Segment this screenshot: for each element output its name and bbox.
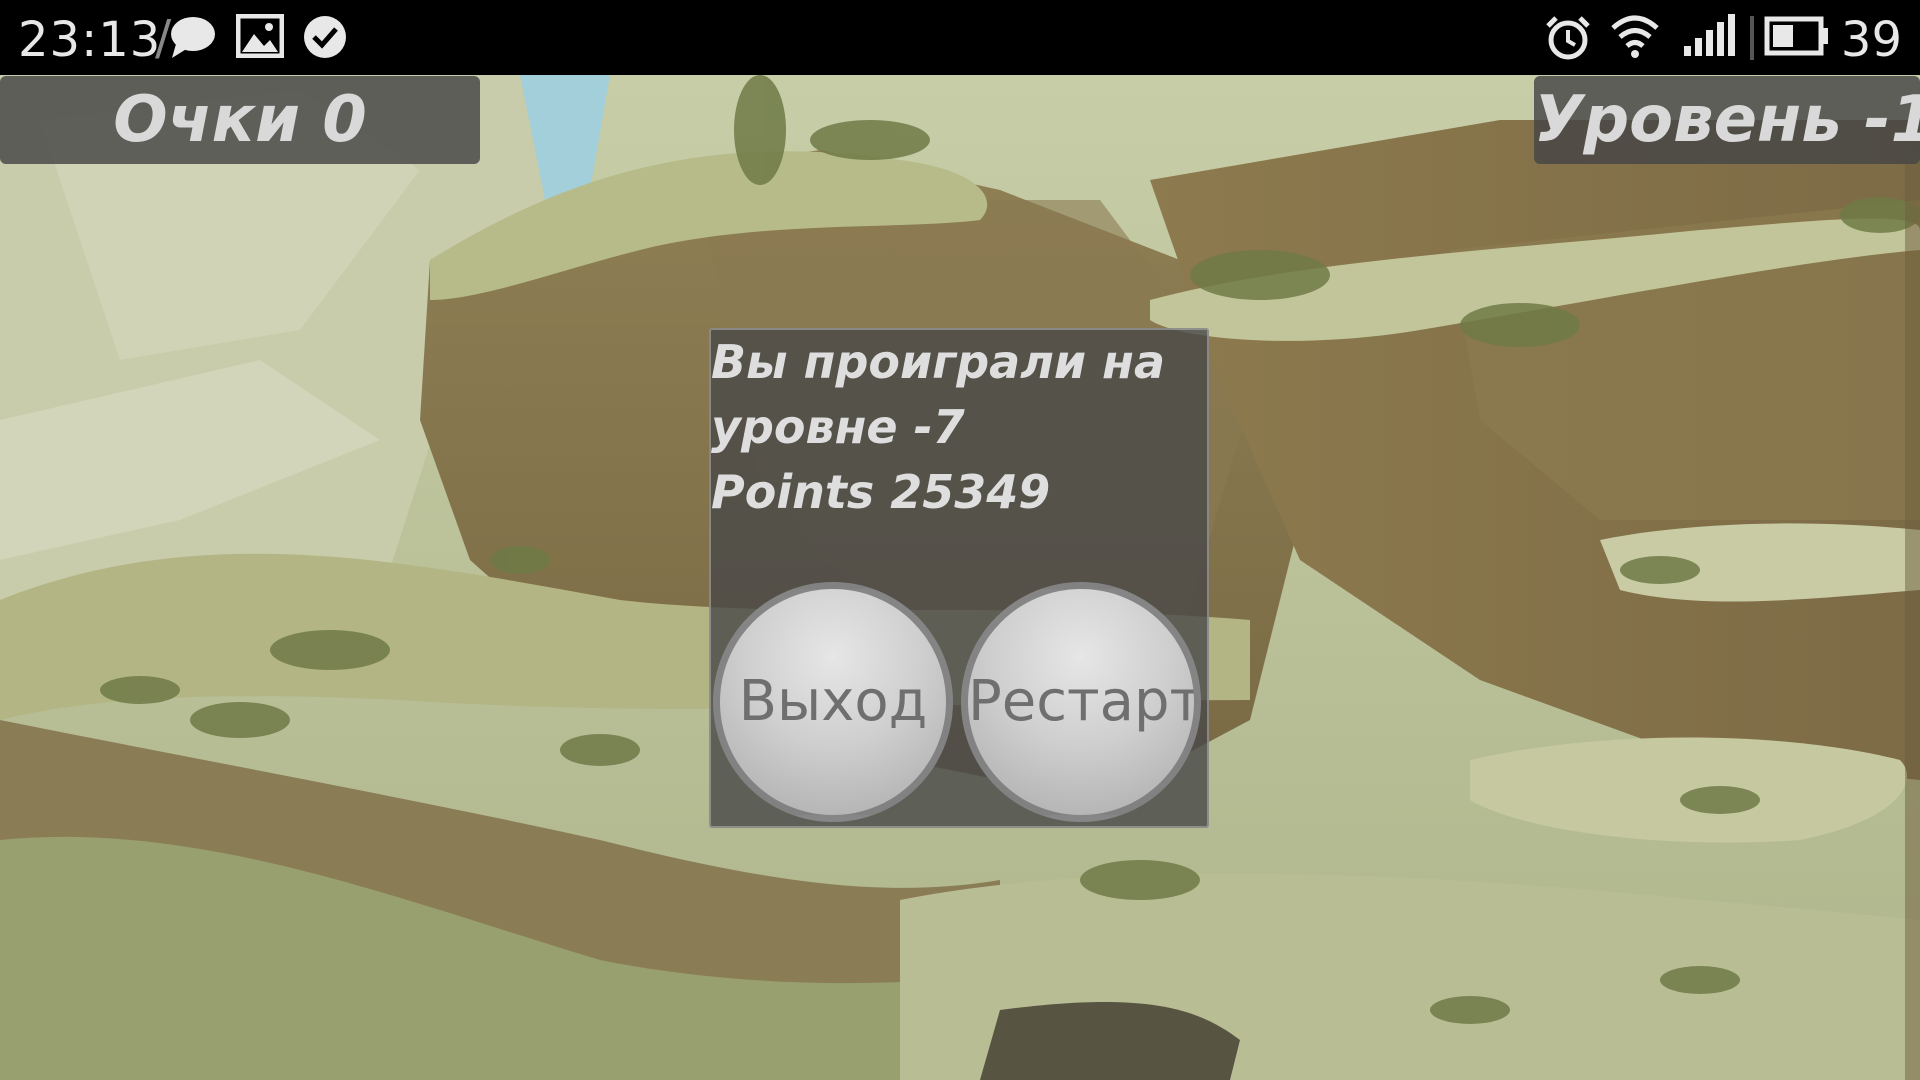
restart-button[interactable]: Рестарт (961, 582, 1201, 822)
score-display: Очки 0 (0, 76, 480, 164)
points-line: Points 25349 (711, 465, 1051, 519)
check-circle-icon (304, 16, 346, 58)
wifi-icon (1611, 15, 1659, 58)
image-icon (236, 14, 284, 58)
battery-percent: 39 (1840, 12, 1902, 68)
status-bar: 23:13 / 39 (0, 0, 1920, 75)
game-over-dialog: Вы проиграли на уровне -7 Points 25349 В… (709, 328, 1209, 828)
alarm-icon (1546, 16, 1590, 60)
chat-icon (171, 17, 215, 58)
exit-button[interactable]: Выход (713, 582, 953, 822)
message-line-1: Вы проиграли на (711, 335, 1165, 389)
status-divider (1750, 16, 1754, 60)
status-time: 23:13 (18, 12, 162, 68)
game-over-message: Вы проиграли на уровне -7 Points 25349 (711, 330, 1191, 525)
level-display: Уровень -1 (1534, 76, 1920, 164)
message-line-2: уровне -7 (711, 400, 965, 454)
signal-icon (1684, 14, 1735, 56)
battery-icon (1764, 16, 1828, 56)
